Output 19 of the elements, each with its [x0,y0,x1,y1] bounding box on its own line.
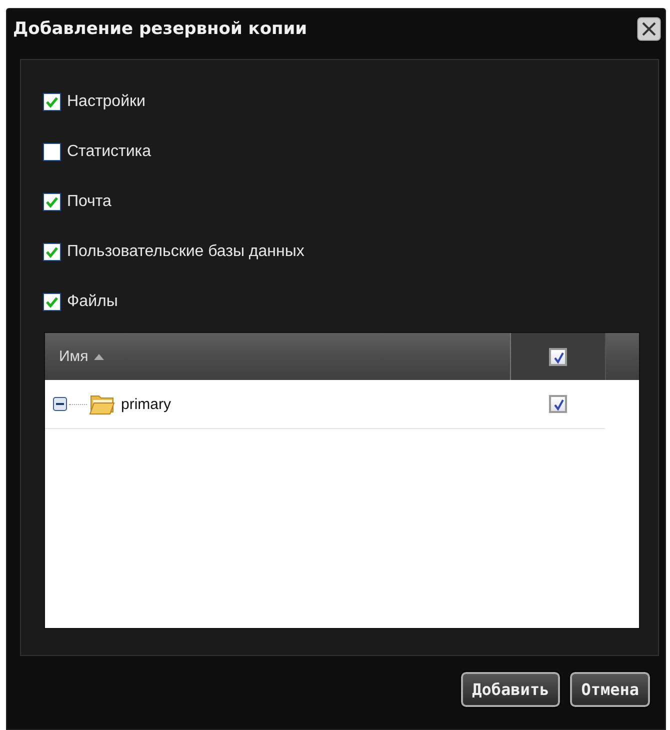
checkbox[interactable] [43,93,61,111]
folder-name[interactable]: primary [121,396,172,412]
window-title: Добавление резервной копии [13,19,308,39]
add-button[interactable]: Добавить [461,672,560,707]
checkbox[interactable] [549,348,567,366]
checkbox[interactable] [43,293,61,311]
option-label: Почта [67,193,112,211]
option-label: Статистика [67,143,152,161]
collapse-icon[interactable] [53,397,67,411]
checkbox[interactable] [43,243,61,261]
checkbox[interactable] [43,143,61,161]
column-header[interactable]: Имя [59,348,88,365]
option-label: Настройки [67,93,146,111]
cancel-button[interactable]: Отмена [570,672,650,707]
option-label: Пользовательские базы данных [67,243,304,261]
close-icon[interactable] [637,17,661,41]
checkbox[interactable] [43,193,61,211]
option-label: Файлы [67,293,118,311]
checkbox[interactable] [549,395,567,413]
